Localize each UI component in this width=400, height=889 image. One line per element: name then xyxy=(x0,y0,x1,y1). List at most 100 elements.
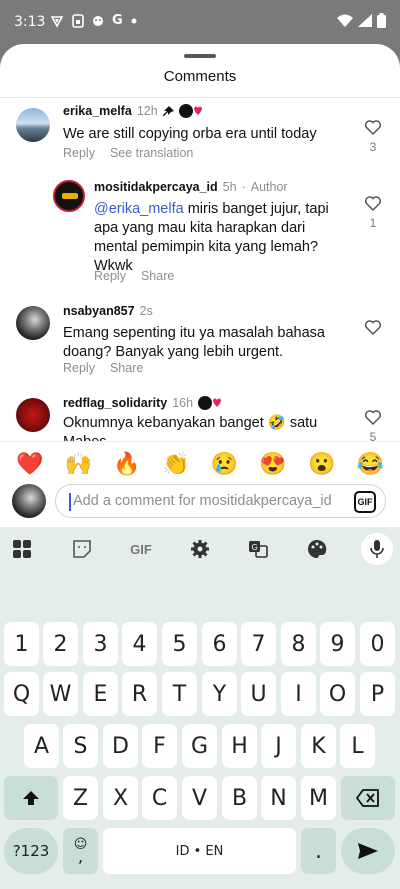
key-g[interactable]: G xyxy=(182,724,217,768)
key-x[interactable]: X xyxy=(103,776,138,820)
emoji-surprised-button[interactable]: 😮 xyxy=(308,451,335,477)
sticker-icon[interactable] xyxy=(66,533,98,565)
like-button[interactable] xyxy=(363,320,383,340)
key-v[interactable]: V xyxy=(182,776,217,820)
emoji-heart-eyes-button[interactable]: 😍 xyxy=(259,451,286,477)
key-i[interactable]: I xyxy=(281,672,316,716)
key-r[interactable]: R xyxy=(122,672,157,716)
emoji-raised-hands-button[interactable]: 🙌 xyxy=(65,451,92,477)
key-q[interactable]: Q xyxy=(4,672,39,716)
like-button[interactable]: 3 xyxy=(363,120,383,154)
key-4[interactable]: 4 xyxy=(122,622,157,666)
gif-button[interactable]: GIF xyxy=(354,491,376,513)
avatar[interactable] xyxy=(16,108,50,142)
emoji-crying-button[interactable]: 😢 xyxy=(211,451,238,477)
mention-link[interactable]: @erika_melfa xyxy=(94,201,184,217)
key-k[interactable]: K xyxy=(301,724,336,768)
status-time: 3:13 xyxy=(14,14,46,30)
key-l[interactable]: L xyxy=(340,724,375,768)
key-t[interactable]: T xyxy=(162,672,197,716)
notification-icons: G xyxy=(50,13,137,28)
gear-icon[interactable] xyxy=(184,533,216,565)
timestamp: 16h xyxy=(172,396,194,410)
key-z[interactable]: Z xyxy=(63,776,98,820)
timestamp: 2s xyxy=(139,304,153,318)
username[interactable]: mositidakpercaya_id xyxy=(94,180,218,194)
key-o[interactable]: O xyxy=(320,672,355,716)
drag-handle[interactable] xyxy=(184,54,216,58)
username[interactable]: redflag_solidarity xyxy=(63,396,167,410)
period-key[interactable]: . xyxy=(301,828,336,874)
apps-grid-icon[interactable] xyxy=(6,533,38,565)
symbols-key[interactable]: ?123 xyxy=(4,828,58,874)
dot-icon xyxy=(131,18,137,23)
wifi-icon xyxy=(337,14,353,27)
vpn-icon xyxy=(50,15,64,28)
avatar-heart-badge-icon xyxy=(198,396,222,410)
send-key[interactable] xyxy=(341,828,395,874)
key-2[interactable]: 2 xyxy=(43,622,78,666)
key-j[interactable]: J xyxy=(261,724,296,768)
shift-key[interactable] xyxy=(4,776,58,820)
key-b[interactable]: B xyxy=(222,776,257,820)
comment-item: erika_melfa 12h We are still copying orb… xyxy=(0,100,400,170)
see-translation-button[interactable]: See translation xyxy=(110,146,193,160)
reply-button[interactable]: Reply xyxy=(63,361,95,375)
avatar[interactable] xyxy=(53,180,85,212)
emoji-clap-button[interactable]: 👏 xyxy=(162,451,189,477)
like-button[interactable]: 5 xyxy=(363,410,383,442)
gif-keyboard-button[interactable]: GIF xyxy=(124,533,158,565)
backspace-key[interactable] xyxy=(341,776,395,820)
share-button[interactable]: Share xyxy=(141,269,174,283)
shift-arrow-icon xyxy=(23,791,39,805)
emoji-heart-button[interactable]: ❤️ xyxy=(16,451,43,477)
avatar[interactable] xyxy=(16,398,50,432)
comment-meta: nsabyan857 2s xyxy=(63,304,153,318)
avatar[interactable] xyxy=(16,306,50,340)
key-0[interactable]: 0 xyxy=(360,622,395,666)
comment-text: Emang sepenting itu ya masalah bahasa do… xyxy=(63,325,325,360)
key-m[interactable]: M xyxy=(301,776,336,820)
emoji-laughing-button[interactable]: 😂 xyxy=(357,451,384,477)
microphone-icon[interactable] xyxy=(361,533,393,565)
comment-composer: Add a comment for mositidakpercaya_id GI… xyxy=(0,484,400,527)
header-divider xyxy=(0,97,400,98)
username[interactable]: erika_melfa xyxy=(63,104,132,118)
reply-button[interactable]: Reply xyxy=(63,146,95,160)
username[interactable]: nsabyan857 xyxy=(63,304,135,318)
key-c[interactable]: C xyxy=(142,776,177,820)
key-n[interactable]: N xyxy=(261,776,296,820)
key-5[interactable]: 5 xyxy=(162,622,197,666)
key-y[interactable]: Y xyxy=(202,672,237,716)
key-s[interactable]: S xyxy=(63,724,98,768)
key-p[interactable]: P xyxy=(360,672,395,716)
emoji-fire-button[interactable]: 🔥 xyxy=(113,451,140,477)
key-d[interactable]: D xyxy=(103,724,138,768)
comment-placeholder: Add a comment for mositidakpercaya_id xyxy=(73,493,332,509)
spacebar[interactable]: ID • EN xyxy=(103,828,296,874)
system-icons xyxy=(337,13,386,28)
key-e[interactable]: E xyxy=(83,672,118,716)
translate-icon[interactable]: G xyxy=(242,533,274,565)
key-8[interactable]: 8 xyxy=(281,622,316,666)
key-6[interactable]: 6 xyxy=(202,622,237,666)
share-button[interactable]: Share xyxy=(110,361,143,375)
key-a[interactable]: A xyxy=(24,724,59,768)
heart-icon xyxy=(365,120,381,135)
key-3[interactable]: 3 xyxy=(83,622,118,666)
heart-icon xyxy=(365,320,381,335)
like-button[interactable]: 1 xyxy=(363,196,383,230)
key-f[interactable]: F xyxy=(142,724,177,768)
reply-button[interactable]: Reply xyxy=(94,269,126,283)
comment-text: @erika_melfa miris banget jujur, tapi ap… xyxy=(94,201,329,274)
key-h[interactable]: H xyxy=(222,724,257,768)
emoji-comma-key[interactable]: ☺ , xyxy=(63,828,98,874)
key-u[interactable]: U xyxy=(241,672,276,716)
key-1[interactable]: 1 xyxy=(4,622,39,666)
key-w[interactable]: W xyxy=(43,672,78,716)
key-7[interactable]: 7 xyxy=(241,622,276,666)
key-9[interactable]: 9 xyxy=(320,622,355,666)
comment-input[interactable]: Add a comment for mositidakpercaya_id GI… xyxy=(55,484,386,518)
signal-icon xyxy=(358,14,372,27)
palette-icon[interactable] xyxy=(301,533,333,565)
